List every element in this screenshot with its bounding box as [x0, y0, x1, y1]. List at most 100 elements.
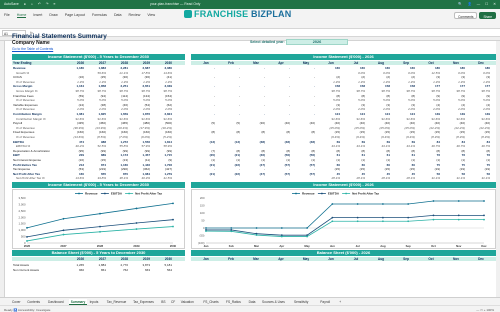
quick-access-item[interactable]: ≡ [54, 2, 56, 6]
table-cell: (40) [484, 121, 490, 126]
data-point [382, 203, 384, 205]
quick-access-item[interactable]: ↶ [38, 2, 41, 6]
quick-access-item[interactable]: ⌂ [31, 2, 33, 6]
table-cell: (219) [98, 167, 106, 172]
table-cell: (47) [259, 162, 265, 167]
vertical-scrollbar[interactable] [496, 41, 500, 297]
table-cell: 61 [361, 153, 365, 158]
window-control-icon[interactable]: ✕ [493, 2, 496, 6]
table-cell: 762 [122, 267, 128, 272]
legend-marker [78, 192, 80, 195]
window-control-icon[interactable]: — [477, 2, 480, 6]
table-cell: 177 [484, 84, 490, 89]
row-label: % of Revenue [16, 79, 35, 84]
table-cell: 91.6% [163, 116, 172, 121]
y-tick-label: 500 [21, 235, 26, 239]
table-cell: 2,770 [120, 263, 128, 267]
table-cell: (22.2%) [454, 125, 465, 130]
table-cell: - [214, 66, 215, 70]
table-cell: (57) [284, 171, 290, 176]
table-cell: 177 [434, 84, 440, 89]
menu-item-page-layout[interactable]: Page Layout [65, 13, 85, 17]
month-header: Sep [403, 61, 409, 65]
table-cell: 2.0% [458, 107, 465, 112]
year-header: 2029 [142, 61, 150, 65]
menu-item-view[interactable]: View [147, 13, 155, 17]
menu-item-formulas[interactable]: Formulas [92, 13, 107, 17]
table-cell: - [314, 102, 315, 107]
data-point [172, 218, 174, 221]
table-cell: - [239, 66, 240, 70]
share-button[interactable]: Share [479, 12, 496, 19]
menu-item-draw[interactable]: Draw [49, 13, 57, 17]
table-cell: 91.6% [119, 116, 128, 121]
year-header: 2028 [120, 61, 128, 65]
row-label: Payroll [13, 121, 23, 126]
data-point [331, 220, 334, 223]
chart-2026[interactable]: 200 150 100 50 0 (50) (100) Jan Feb Mar Apr May Jun J… [191, 189, 496, 249]
row-label: Growth % [16, 70, 30, 75]
table-cell: - [314, 84, 315, 89]
toc-link[interactable]: Go to the Table of Contents [12, 47, 53, 51]
table-cell: 2,281 [120, 66, 128, 70]
row-label: EBIT [13, 153, 20, 158]
data-point [280, 235, 283, 238]
year-selector[interactable]: 2026 [286, 39, 348, 45]
sheet-tabs[interactable]: Cover Contents Dashboard Summary Inputs Tax_R… [0, 297, 500, 305]
table-cell: (160) [164, 130, 172, 135]
quick-access-toolbar[interactable]: AutoSave ● ⌂ ↶ ↷ ≡ [4, 2, 61, 6]
menu-item-review[interactable]: Review [129, 13, 141, 17]
table-cell: 2,251 [120, 84, 128, 89]
month-header: Apr [278, 257, 284, 261]
table-cell: 1,265 [76, 263, 84, 267]
table-cell: 1.3% [358, 79, 365, 84]
table-cell: 988 [100, 139, 106, 144]
table-cell: 1,279 [164, 171, 172, 176]
y-tick-label: 1,500 [19, 222, 26, 226]
table-cell: (15) [484, 130, 490, 135]
menu-item-home[interactable]: Home [16, 13, 27, 18]
window-controls[interactable]: 🔍 👤 — ☐ ✕ [453, 2, 496, 6]
row-headers[interactable] [0, 41, 5, 297]
zoom-controls[interactable]: — ▭ + 100% [476, 308, 494, 312]
x-tick-label: 2026 [24, 244, 31, 248]
table-cell: 91.6% [97, 116, 106, 121]
window-control-icon[interactable]: ☐ [485, 2, 488, 6]
quick-access-item[interactable]: ● [24, 2, 26, 6]
year-header: 2026 [76, 61, 84, 65]
table-cell: 61 [411, 153, 415, 158]
table-cell: (435) [76, 121, 84, 126]
table-cell: (22.2%) [479, 125, 490, 130]
table-cell: (9.4%) [356, 135, 365, 139]
table-cell: 98.7% [481, 89, 490, 93]
ribbon-menu[interactable]: File Home Insert Draw Page Layout Formulas Dat… [4, 13, 162, 18]
table-cell: 1.3% [99, 79, 106, 84]
data-point [135, 207, 138, 210]
table-cell: 56 [461, 171, 465, 176]
table-cell: (9) [168, 158, 172, 162]
table-cell: (362) [142, 167, 150, 172]
table-cell: (99) [166, 148, 172, 153]
quick-access-item[interactable]: ↷ [46, 2, 49, 6]
table-cell: (99) [100, 148, 106, 153]
data-point [62, 217, 65, 220]
table-cell: (9) [461, 93, 465, 98]
chart-5yr[interactable]: 3,500 3,000 2,500 2,000 1,500 1,000 500 0 2026 20… [12, 189, 185, 249]
year-ending-label: Year Ending [13, 61, 32, 65]
table-cell: (48) [284, 139, 290, 144]
menu-item-data[interactable]: Data [114, 13, 122, 17]
comments-button[interactable]: Comments [454, 12, 478, 19]
window-control-icon[interactable]: 👤 [467, 2, 471, 6]
menu-item-file[interactable]: File [4, 13, 10, 17]
window-control-icon[interactable]: 🔍 [458, 2, 462, 6]
table-cell: - [314, 167, 315, 172]
table-cell: (2) [336, 75, 340, 80]
table-cell: (22) [234, 162, 240, 167]
table-cell: 3,080 [164, 66, 172, 70]
quick-access-item[interactable]: AutoSave [4, 2, 19, 6]
legend-label: EBITDA [111, 192, 123, 196]
menu-item-insert[interactable]: Insert [33, 13, 42, 17]
table-cell: 98.7% [381, 89, 390, 93]
table-cell: 5.0% [358, 98, 365, 103]
table-cell: 28.1% [356, 176, 365, 181]
